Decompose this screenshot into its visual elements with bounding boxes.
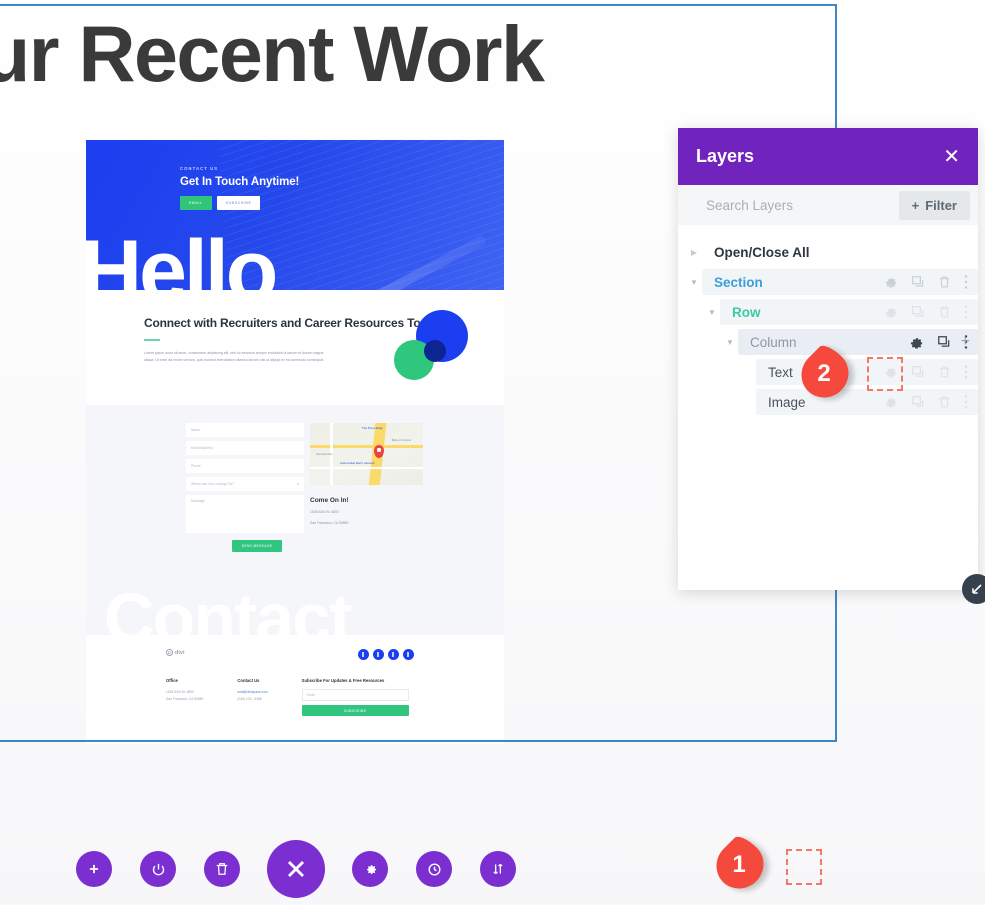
chevron-right-icon[interactable]: ▶ [686,248,702,257]
layer-row-column-label: Column [750,334,797,350]
gear-icon[interactable] [884,305,898,319]
sort-icon[interactable] [480,851,516,887]
page-title: ur Recent Work [0,9,545,98]
screenshot-root: ur Recent Work CONTACT US Get In Touch A… [0,0,985,905]
layers-panel-header: Layers ✕ [678,128,978,185]
bottom-toolbar: ? Save Draft Pu [0,833,985,905]
duplicate-icon[interactable] [911,395,925,409]
layer-row-image-label: Image [768,394,806,410]
gear-icon[interactable] [884,275,898,289]
chevron-down-icon[interactable]: ▼ [704,308,720,317]
layer-row-actions [884,305,968,319]
chevron-down-icon[interactable]: ▼ [686,278,702,287]
plus-icon: + [911,197,920,213]
open-close-all-label: Open/Close All [714,244,810,260]
layer-row-text-label: Text [768,364,793,380]
filter-button-label: Filter [925,197,957,213]
annotation-highlight-2 [867,357,903,391]
settings-icon[interactable] [352,851,388,887]
layer-row-row[interactable]: ▼ Row [678,299,978,325]
duplicate-icon[interactable] [911,275,925,289]
layer-row-section-label: Section [714,274,763,290]
resize-handle[interactable] [962,574,985,604]
layer-row-row-label: Row [732,304,761,320]
layer-row-actions [909,335,968,350]
trash-icon[interactable] [204,851,240,887]
chevron-down-icon[interactable]: ▼ [722,338,738,347]
duplicate-icon[interactable] [911,365,925,379]
gear-icon[interactable] [909,335,924,350]
add-module-icon[interactable]: + [961,333,970,351]
kebab-icon[interactable] [964,395,968,409]
duplicate-icon[interactable] [911,305,925,319]
layer-row-actions [884,395,968,409]
resize-arrow-icon [972,584,982,594]
add-icon[interactable] [76,851,112,887]
annotation-pin-2-number: 2 [817,360,831,387]
kebab-icon[interactable] [964,275,968,289]
trash-icon[interactable] [938,275,951,289]
close-icon[interactable]: ✕ [943,147,960,167]
kebab-icon[interactable] [964,305,968,319]
history-icon[interactable] [416,851,452,887]
trash-icon[interactable] [938,305,951,319]
trash-icon[interactable] [938,365,951,379]
search-input[interactable]: Search Layers [706,198,793,213]
power-glyph [152,863,164,875]
duplicate-icon[interactable] [937,335,951,349]
layers-panel-title: Layers [696,146,755,166]
trash-glyph [216,863,228,875]
plus-glyph [89,864,99,874]
close-glyph [288,861,304,877]
gear-icon[interactable] [884,395,898,409]
gear-glyph [366,864,376,874]
annotation-pin-1-number: 1 [732,851,746,878]
trash-icon[interactable] [938,395,951,409]
clock-glyph [428,863,440,875]
layer-row-actions [884,275,968,289]
annotation-pin-2: 2 [791,340,863,408]
layer-row-section[interactable]: ▼ Section [678,269,978,295]
layers-search-bar: Search Layers + Filter [678,185,978,225]
annotation-highlight-1 [786,849,822,885]
kebab-icon[interactable] [964,365,968,379]
open-close-all-row[interactable]: ▶ Open/Close All [678,239,978,265]
layers-tree: ▶ Open/Close All ▼ Section ▼ Row ▼ Colum… [678,225,978,590]
filter-button[interactable]: + Filter [898,190,970,220]
power-icon[interactable] [140,851,176,887]
close-icon[interactable] [267,840,325,898]
sort-glyph [493,863,503,875]
annotation-pin-1: 1 [706,831,778,899]
